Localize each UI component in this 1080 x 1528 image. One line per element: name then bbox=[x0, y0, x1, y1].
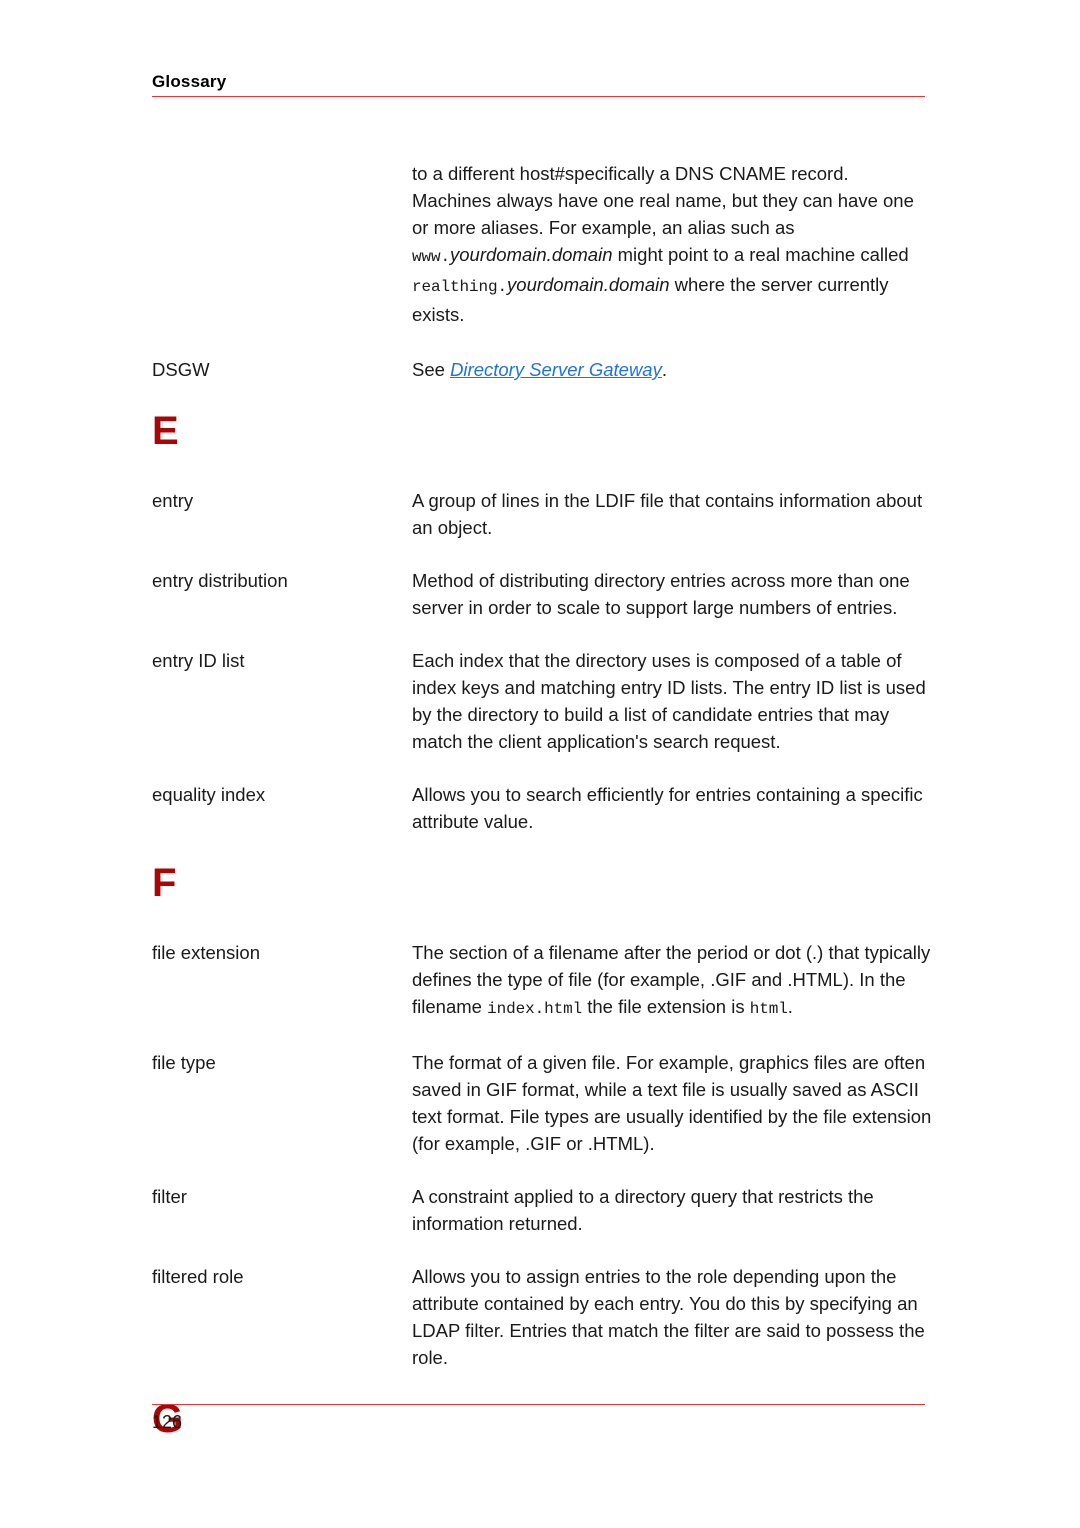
glossary-entry: filtered role Allows you to assign entrie… bbox=[152, 1263, 932, 1371]
section-letter-e: E bbox=[152, 409, 179, 453]
glossary-entry: file extension The section of a filename … bbox=[152, 939, 932, 1023]
glossary-entry: entry ID list Each index that the directo… bbox=[152, 647, 932, 755]
glossary-term: file type bbox=[152, 1052, 216, 1073]
glossary-term: entry distribution bbox=[152, 570, 288, 591]
header-rule bbox=[152, 96, 925, 97]
intro-continuation-row: to a different host#specifically a DNS C… bbox=[152, 160, 932, 328]
glossary-content: to a different host#specifically a DNS C… bbox=[152, 160, 932, 1475]
emphasis-span: yourdomain.domain bbox=[450, 244, 613, 265]
text-span: the file extension is bbox=[582, 996, 750, 1017]
glossary-entry-dsgw: DSGW See Directory Server Gateway. bbox=[152, 356, 932, 383]
text-span: might point to a real machine called bbox=[612, 244, 909, 265]
glossary-term: filtered role bbox=[152, 1266, 244, 1287]
glossary-term: entry bbox=[152, 490, 194, 511]
glossary-definition: The section of a filename after the peri… bbox=[412, 939, 932, 1023]
glossary-definition: See Directory Server Gateway. bbox=[412, 356, 932, 383]
glossary-entry: entry A group of lines in the LDIF file t… bbox=[152, 487, 932, 541]
glossary-definition: A group of lines in the LDIF file that c… bbox=[412, 490, 923, 538]
code-span: realthing. bbox=[412, 278, 508, 296]
glossary-definition: Method of distributing directory entries… bbox=[412, 570, 910, 618]
xref-trailing-punctuation: . bbox=[661, 359, 667, 380]
glossary-definition: Allows you to assign entries to the role… bbox=[412, 1266, 925, 1368]
glossary-definition: The format of a given file. For example,… bbox=[412, 1052, 932, 1154]
page-number: 126 bbox=[152, 1412, 183, 1432]
cross-reference-link[interactable]: Directory Server Gateway bbox=[450, 359, 662, 380]
text-span: to a different host#specifically a DNS C… bbox=[412, 163, 914, 238]
glossary-entry: entry distribution Method of distributing… bbox=[152, 567, 932, 621]
sections-host: Eentry A group of lines in the LDIF file … bbox=[152, 409, 932, 1441]
emphasis-span: yourdomain.domain bbox=[507, 274, 670, 295]
glossary-term: file extension bbox=[152, 942, 260, 963]
code-span: www. bbox=[412, 248, 451, 266]
code-span: html bbox=[749, 1000, 788, 1018]
text-span: . bbox=[787, 996, 793, 1017]
glossary-definition: A constraint applied to a directory quer… bbox=[412, 1186, 874, 1234]
section-letter-f: F bbox=[152, 861, 177, 905]
page-footer: 126 bbox=[152, 1404, 925, 1433]
glossary-term: DSGW bbox=[152, 359, 210, 380]
glossary-page: Glossary to a different host#specificall… bbox=[0, 0, 1080, 1528]
glossary-definition: Each index that the directory uses is co… bbox=[412, 650, 926, 752]
code-span: index.html bbox=[487, 1000, 583, 1018]
glossary-term: equality index bbox=[152, 784, 266, 805]
page-header: Glossary bbox=[152, 72, 925, 97]
glossary-entry: equality index Allows you to search effic… bbox=[152, 781, 932, 835]
see-label: See bbox=[412, 359, 451, 380]
glossary-entry: file type The format of a given file. For… bbox=[152, 1049, 932, 1157]
glossary-entry: filter A constraint applied to a director… bbox=[152, 1183, 932, 1237]
glossary-definition: Allows you to search efficiently for ent… bbox=[412, 784, 923, 832]
running-title: Glossary bbox=[152, 72, 227, 91]
footer-rule bbox=[152, 1404, 925, 1405]
glossary-term: entry ID list bbox=[152, 650, 245, 671]
intro-definition: to a different host#specifically a DNS C… bbox=[412, 160, 932, 328]
glossary-term: filter bbox=[152, 1186, 187, 1207]
